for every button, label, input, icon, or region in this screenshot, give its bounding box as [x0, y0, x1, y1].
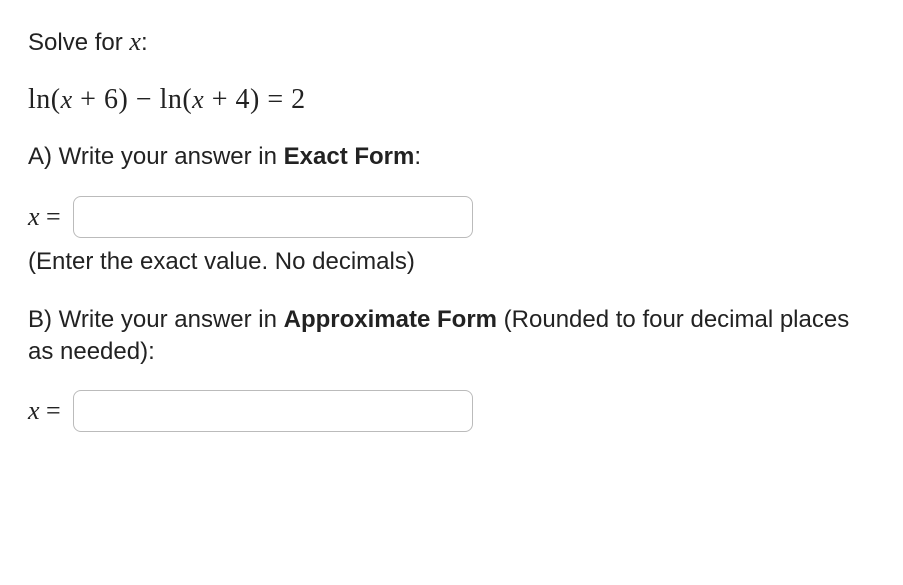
part-b-x-equals: x =: [28, 396, 61, 426]
prompt-prefix: Solve for: [28, 29, 129, 56]
equation: ln(x + 6) − ln(x + 4) = 2: [28, 81, 875, 119]
part-a-label-post: :: [414, 143, 421, 170]
prompt-variable: x: [129, 27, 141, 56]
part-b-label-bold: Approximate Form: [284, 306, 497, 333]
question-prompt: Solve for x:: [28, 24, 875, 59]
part-a-answer-row: x =: [28, 196, 875, 238]
part-a-x-equals: x =: [28, 202, 61, 232]
part-b-label-pre: B) Write your answer in: [28, 306, 284, 333]
part-b-input[interactable]: [73, 390, 473, 432]
part-a-hint: (Enter the exact value. No decimals): [28, 248, 875, 276]
part-b-answer-row: x =: [28, 390, 875, 432]
part-b-label: B) Write your answer in Approximate Form…: [28, 304, 875, 369]
part-a-label-pre: A) Write your answer in: [28, 143, 284, 170]
prompt-suffix: :: [141, 29, 148, 56]
part-a-input[interactable]: [73, 196, 473, 238]
part-a-label-bold: Exact Form: [284, 143, 415, 170]
part-a-label: A) Write your answer in Exact Form:: [28, 141, 875, 173]
